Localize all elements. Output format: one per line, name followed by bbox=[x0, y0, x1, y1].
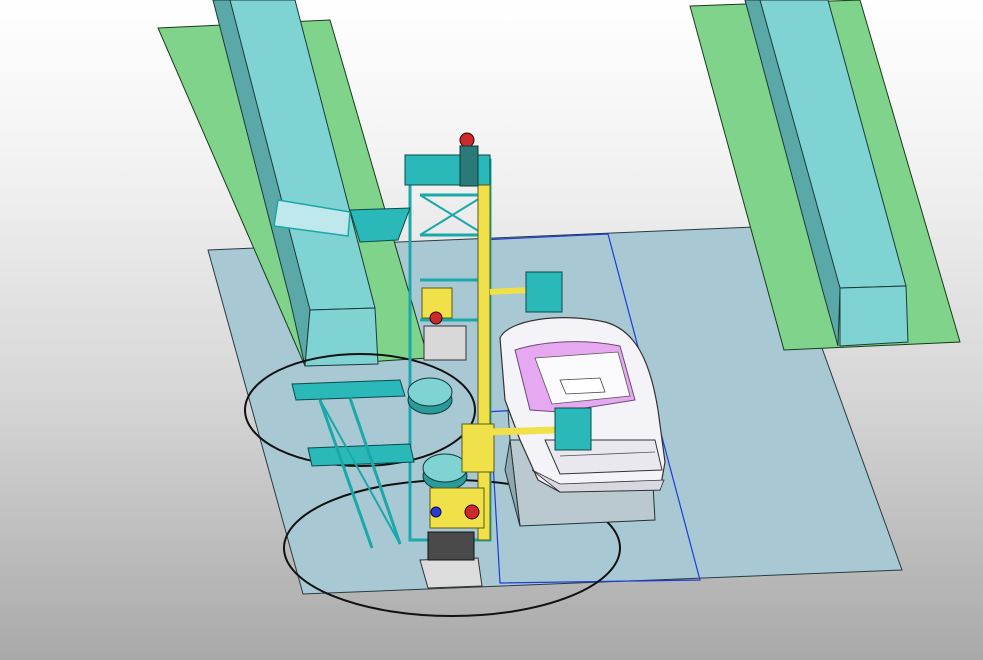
robot-base-plate[interactable] bbox=[419, 531, 483, 589]
left-conveyor[interactable] bbox=[157, 0, 429, 367]
lower-robot-base[interactable] bbox=[429, 487, 485, 529]
scene-canvas[interactable] bbox=[0, 0, 983, 660]
wheel-stack-lower bbox=[422, 453, 468, 491]
cad-viewport[interactable] bbox=[0, 0, 983, 660]
wheel-stack-upper bbox=[407, 377, 453, 415]
